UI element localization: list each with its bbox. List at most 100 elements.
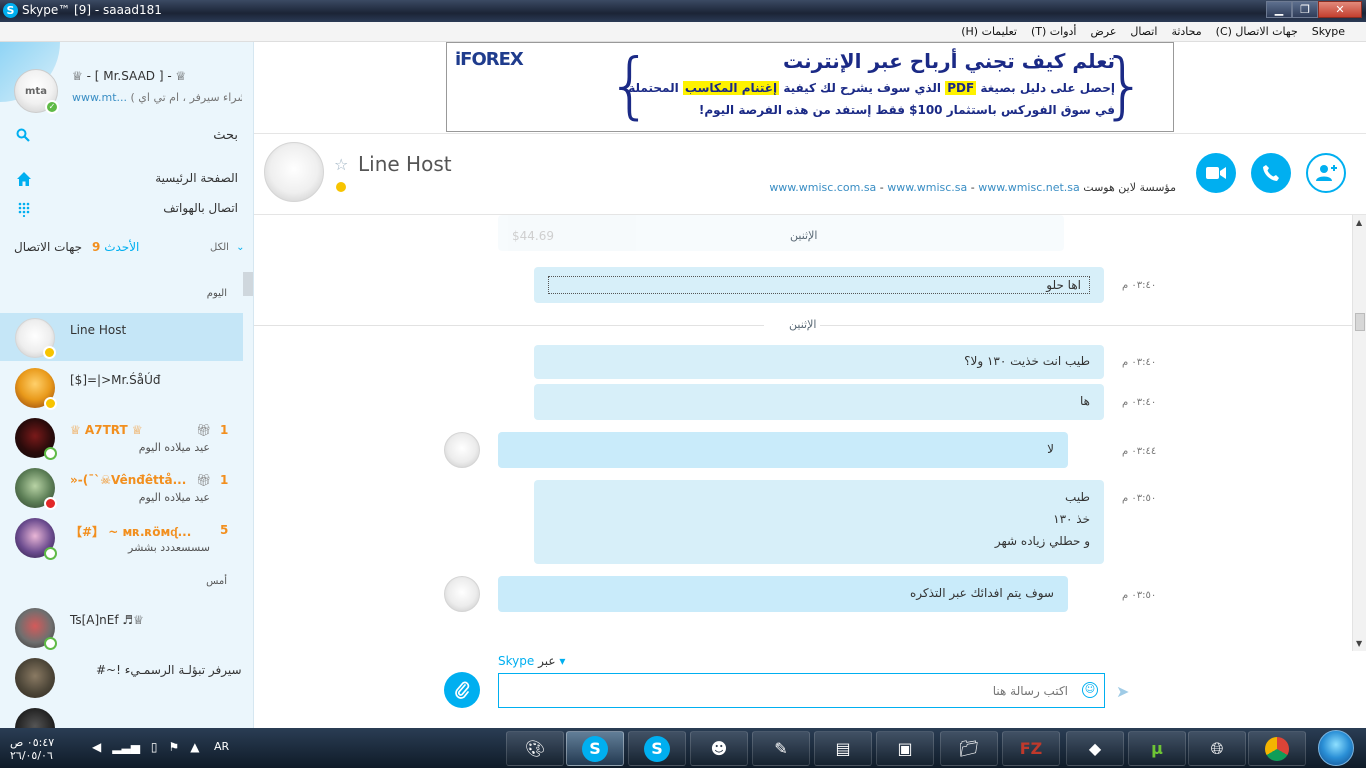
- scrollbar-thumb[interactable]: [1355, 313, 1365, 331]
- message-composer[interactable]: ☺: [498, 673, 1105, 708]
- mood-link-3[interactable]: www.wmisc.net.sa: [978, 181, 1080, 194]
- paint-taskbar-icon[interactable]: 🎨︎: [506, 731, 564, 766]
- mood-link[interactable]: www.mt...: [72, 91, 127, 104]
- explorer-taskbar-icon[interactable]: 📁︎: [940, 731, 998, 766]
- scroll-up-icon[interactable]: ▲: [1356, 218, 1362, 227]
- scroll-down-icon[interactable]: ▼: [1356, 639, 1362, 648]
- skype-taskbar-icon[interactable]: S: [566, 731, 624, 766]
- winrar-taskbar-icon[interactable]: ▤: [814, 731, 872, 766]
- message-text: اها حلو: [548, 276, 1090, 294]
- message-text: $44.69: [512, 229, 554, 243]
- contact-item[interactable]: سيرفر تبؤلـة الرسمـيء !~#: [0, 653, 243, 701]
- gift-icon: 🎁︎: [196, 473, 212, 487]
- send-icon[interactable]: ➤: [1116, 682, 1129, 701]
- nav-home[interactable]: الصفحة الرئيسية: [0, 166, 253, 192]
- tray-expand-icon[interactable]: ▲: [190, 740, 199, 754]
- tab-recent[interactable]: 9 الأحدث: [92, 240, 139, 254]
- maximize-button[interactable]: ❐: [1292, 1, 1318, 18]
- chrome-taskbar-icon[interactable]: [1248, 731, 1306, 766]
- start-button[interactable]: [1318, 730, 1354, 766]
- send-via-selector[interactable]: Skype عبر ▾: [498, 654, 565, 668]
- contact-item[interactable]: »-(¯`☠Vênđêttå... عيد ميلاده اليوم 🎁︎ 1: [0, 463, 243, 511]
- voice-call-button[interactable]: [1251, 153, 1291, 193]
- message-input[interactable]: [499, 674, 1074, 707]
- skype-taskbar-icon[interactable]: S: [628, 731, 686, 766]
- notepad-taskbar-icon[interactable]: ◆: [1066, 731, 1124, 766]
- utorrent-taskbar-icon[interactable]: µ: [1128, 731, 1186, 766]
- language-indicator[interactable]: AR: [214, 740, 229, 753]
- idm-taskbar-icon[interactable]: 🌐︎: [1188, 731, 1246, 766]
- message-bubble: $44.69: [498, 215, 1064, 251]
- send-via-label: عبر: [538, 654, 556, 668]
- close-button[interactable]: ✕: [1318, 1, 1362, 18]
- contact-avatar: [15, 608, 57, 650]
- game-taskbar-icon[interactable]: ☻: [690, 731, 748, 766]
- message-text: و حطلي زياده شهر: [994, 534, 1090, 548]
- message-bubble[interactable]: ها: [534, 384, 1104, 420]
- contact-item[interactable]: Ts[A]nEf ♬♕: [0, 603, 243, 651]
- menu-view[interactable]: عرض: [1083, 22, 1123, 41]
- video-call-button[interactable]: [1196, 153, 1236, 193]
- minimize-button[interactable]: ▁: [1266, 1, 1292, 18]
- ad-logo: iFOREX: [455, 49, 524, 70]
- menu-help[interactable]: تعليمات (H): [954, 22, 1024, 41]
- flag-icon[interactable]: ⚑: [169, 740, 180, 754]
- menu-call[interactable]: اتصال: [1123, 22, 1164, 41]
- contact-item[interactable]: [0, 703, 243, 728]
- contact-item[interactable]: ♕ A7TRT ♕ عيد ميلاده اليوم 🎁︎ 1: [0, 413, 243, 461]
- add-person-icon: [1316, 165, 1337, 181]
- network-icon[interactable]: ▂▃▅: [112, 740, 140, 754]
- online-status-icon: [44, 637, 57, 650]
- contact-item[interactable]: Line Host: [0, 313, 243, 361]
- unread-count: 5: [220, 523, 229, 537]
- star-icon[interactable]: ☆: [334, 155, 348, 174]
- mood-link-1[interactable]: www.wmisc.com.sa: [769, 181, 876, 194]
- contact-mood: سسسعددد بششر: [128, 541, 210, 554]
- filezilla-taskbar-icon[interactable]: FZ: [1002, 731, 1060, 766]
- nav-home-label: الصفحة الرئيسية: [155, 171, 238, 185]
- sidebar-scrollbar[interactable]: [243, 272, 253, 296]
- menu-contacts[interactable]: جهات الاتصال (C): [1209, 22, 1305, 41]
- contact-item[interactable]: [$]=|>Mr.ŚåÚđ: [0, 363, 243, 411]
- profile-name[interactable]: ♕ - [ Mr.SAAD ] - ♕: [72, 69, 186, 83]
- sender-avatar[interactable]: [444, 432, 480, 468]
- message-bubble[interactable]: لا: [498, 432, 1068, 468]
- message-bubble[interactable]: طيب انت خذيت ١٣٠ ولا؟: [534, 345, 1104, 379]
- unread-count: 1: [220, 423, 229, 437]
- online-status-icon: ✓: [45, 100, 59, 114]
- online-status-icon: [44, 547, 57, 560]
- attach-button[interactable]: [444, 672, 480, 708]
- menu-conversation[interactable]: محادثة: [1164, 22, 1208, 41]
- add-people-button[interactable]: [1306, 153, 1346, 193]
- contact-item[interactable]: 【#】 ~ ᴍʀ.ʀöᴍᶑ... سسسعددد بششر 5: [0, 513, 243, 561]
- battery-icon[interactable]: ▯: [151, 740, 158, 754]
- mood-link-2[interactable]: www.wmisc.sa: [887, 181, 967, 194]
- chat-contact-avatar[interactable]: [264, 142, 324, 202]
- window-taskbar-icon[interactable]: ▣: [876, 731, 934, 766]
- clock[interactable]: ٠٥:٤٧ ص ٢٦/٠٥/٠٦: [10, 736, 54, 762]
- chat-title[interactable]: Line Host: [358, 152, 452, 176]
- message-bubble[interactable]: اها حلو: [534, 267, 1104, 303]
- sender-avatar[interactable]: [444, 576, 480, 612]
- nav-call-phones[interactable]: اتصال بالهواتف: [0, 196, 253, 222]
- menu-tools[interactable]: أدوات (T): [1024, 22, 1084, 41]
- contact-name: [$]=|>Mr.ŚåÚđ: [70, 373, 161, 387]
- emoticon-icon[interactable]: ☺: [1082, 682, 1098, 698]
- profile-mood[interactable]: www.mt... ( لـ شراء سيرفر ، ام تي اي ): [72, 91, 242, 104]
- contact-avatar: [15, 318, 56, 359]
- menu-skype[interactable]: Skype: [1305, 22, 1352, 41]
- contact-tabs: ⌄ الكل 9 الأحدث جهات الاتصال: [0, 236, 253, 260]
- tab-all[interactable]: ⌄ الكل: [210, 242, 245, 253]
- volume-icon[interactable]: ◀: [92, 740, 101, 754]
- search-row[interactable]: بحث: [0, 122, 253, 150]
- tab-contacts[interactable]: جهات الاتصال: [14, 240, 82, 254]
- message-time: ٠٣:٤٠ م: [1122, 397, 1157, 408]
- conversation-scrollbar[interactable]: ▲ ▼: [1352, 215, 1366, 651]
- message-bubble[interactable]: طيب خذ ١٣٠ و حطلي زياده شهر: [534, 480, 1104, 564]
- message-bubble[interactable]: سوف يتم افدائك عبر التذكره: [498, 576, 1068, 612]
- ad-line-1-pre: إحصل على دليل بصيغة: [980, 81, 1115, 95]
- ad-banner[interactable]: iFOREX { } تعلم كيف تجني أرباح عبر الإنت…: [446, 42, 1174, 132]
- editor-taskbar-icon[interactable]: ✎: [752, 731, 810, 766]
- day-divider: [820, 325, 1352, 326]
- my-avatar[interactable]: mta ✓: [14, 69, 59, 114]
